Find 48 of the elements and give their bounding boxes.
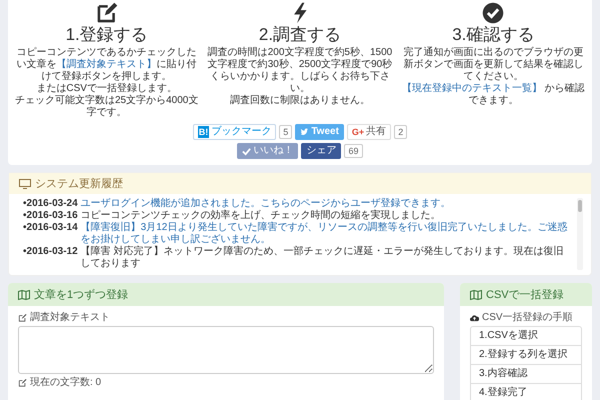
check-icon — [242, 146, 252, 156]
step-item: 4.登録完了 — [478, 386, 528, 400]
step-description: またはCSVで一括登録します。 — [36, 83, 177, 94]
step-description: 完了通知が画面に出るのでブラウザの更新ボタンで画面を更新して結果を確認してください。 — [402, 47, 584, 82]
step-description: コピーコンテンツであるかチェックしたい文章を【調査対象テキスト】に貼り付けて登録ボタンを押します。 — [16, 47, 198, 83]
news-text: コピーコンテンツチェックの効率を上げ、チェック時間の短縮を実現しました。 — [80, 210, 442, 222]
step-description: チェック可能文字数は25文字から4000文字です。 — [14, 95, 200, 119]
monitor-icon — [19, 178, 31, 188]
panel-title: システム更新履歴 — [35, 176, 123, 191]
step-title: 2.調査する — [258, 25, 342, 45]
edit-icon — [18, 378, 27, 386]
step-description: 調査の時間は200文字程度で約5秒、1500文字程度で約30秒、2500文字程度で90秒くらいかかります。しばらくお待ち下さい。 — [207, 47, 393, 94]
share-count: 2 — [394, 125, 408, 139]
step-item: 2.登録する列を選択 — [471, 346, 581, 365]
text-link[interactable]: 【現在登録中のテキスト一覧】 — [402, 83, 542, 94]
like-button[interactable]: いいね！ — [237, 143, 298, 159]
news-date: •2016-03-24 — [23, 198, 78, 210]
map-icon — [470, 290, 482, 300]
character-count: 現在の文字数: 0 — [30, 376, 102, 389]
scrollbar[interactable] — [577, 198, 583, 270]
edit-icon — [18, 314, 27, 322]
news-text: 【障害 対応完了】ネットワーク障害のため、一部チェックに遅延・エラーが発生しております。現在は復旧しております — [80, 246, 564, 270]
news-link[interactable]: 【障害復旧】3月12日より発生していた障害ですが、リソースの調整等を行い復旧完了いたしました。ご迷惑をお掛けしてしまい申し訳ございません。 — [80, 222, 571, 246]
step-title: 3.確認する — [452, 25, 534, 45]
pencil-square-icon — [96, 2, 118, 24]
step-item: 1.CSVを選択 — [471, 327, 581, 346]
google-button[interactable]: G+ 共有 — [346, 124, 392, 140]
step-item: 3.内容確認 — [471, 365, 581, 384]
share-button[interactable]: シェア — [301, 143, 342, 159]
news-link[interactable]: ユーザログイン機能が追加されました。こちらのページからユーザ登録できます。 — [80, 198, 571, 210]
map-icon — [18, 290, 30, 300]
text-area[interactable] — [18, 326, 434, 374]
panel-title: CSVで一括登録 — [486, 288, 564, 302]
share-count: 5 — [279, 125, 292, 139]
news-date: •2016-03-12 — [23, 246, 78, 259]
text-link[interactable]: 【調査対象テキスト】 — [56, 59, 157, 70]
news-date: •2016-03-14 — [23, 222, 78, 235]
hatena-button[interactable]: B! ブックマーク — [192, 124, 276, 140]
field-label: 調査対象テキスト — [30, 311, 110, 324]
step-description: 【現在登録中のテキスト一覧】 から確認できます。 — [400, 83, 586, 107]
panel-title: 文章を1つずつ登録 — [34, 288, 128, 302]
share-count: 69 — [344, 144, 362, 158]
news-date: •2016-03-16 — [23, 210, 78, 222]
cloud-upload-icon — [470, 314, 479, 322]
steps-label: CSV一括登録の手順 — [482, 311, 573, 324]
step-description: 調査回数に制限はありません。 — [230, 95, 370, 107]
step-title: 1.登録する — [66, 25, 148, 45]
bird-icon — [300, 128, 310, 136]
